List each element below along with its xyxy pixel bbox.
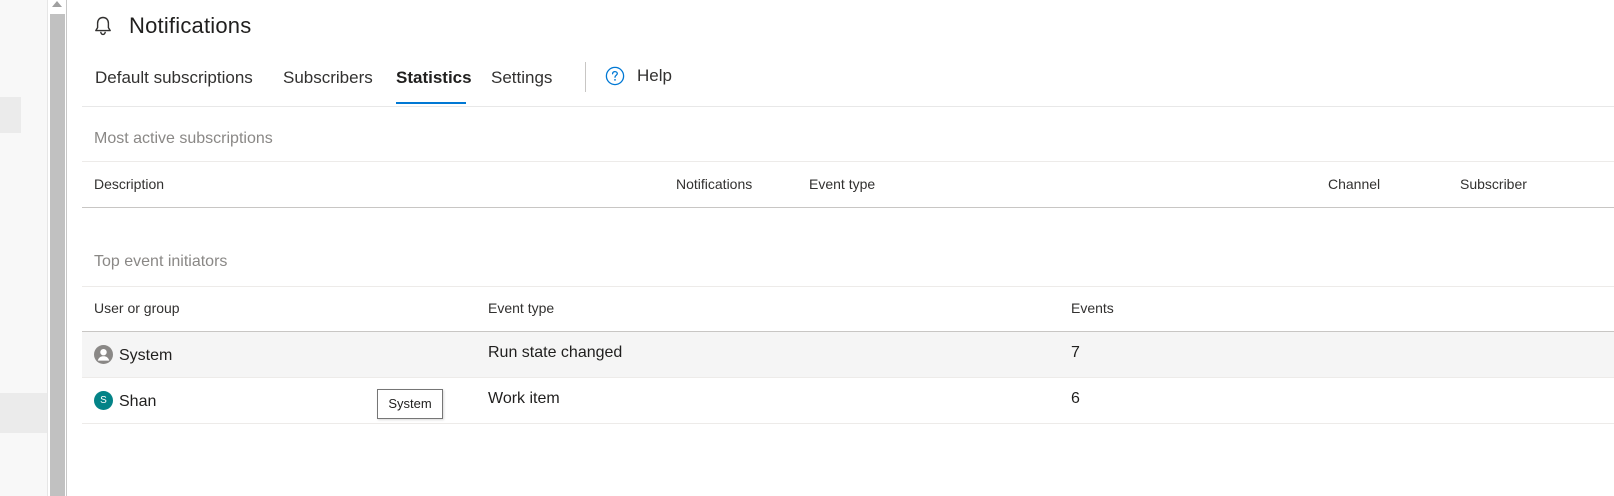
tab-subscribers[interactable]: Subscribers (283, 68, 373, 88)
question-circle-icon (605, 66, 625, 86)
vertical-scrollbar[interactable] (47, 0, 67, 496)
events-count-cell: 6 (1071, 390, 1080, 407)
section-divider (82, 286, 1614, 287)
column-header-event-type[interactable]: Event type (809, 176, 875, 192)
left-nav-item[interactable] (0, 393, 47, 433)
tab-settings[interactable]: Settings (491, 68, 552, 88)
top-event-initiators-title: Top event initiators (94, 253, 228, 270)
scrollbar-thumb[interactable] (50, 14, 65, 496)
event-type-cell: Run state changed (488, 344, 623, 361)
column-header-events[interactable]: Events (1071, 300, 1114, 316)
bell-icon (95, 16, 111, 36)
column-header-description[interactable]: Description (94, 176, 164, 192)
column-header-notifications[interactable]: Notifications (676, 176, 752, 192)
section-divider (82, 161, 1614, 162)
column-header-channel[interactable]: Channel (1328, 176, 1380, 192)
events-count-cell: 7 (1071, 344, 1080, 361)
table-row[interactable]: S Shan Work item 6 (82, 378, 1614, 423)
column-header-user-or-group[interactable]: User or group (94, 300, 180, 316)
row-divider (82, 423, 1614, 424)
active-tab-indicator (396, 102, 466, 104)
event-type-cell: Work item (488, 390, 560, 407)
avatar: S (94, 391, 113, 410)
user-name: Shan (119, 393, 157, 410)
column-header-subscriber[interactable]: Subscriber (1460, 176, 1527, 192)
table-header-divider (82, 207, 1614, 208)
most-active-subscriptions-title: Most active subscriptions (94, 130, 273, 147)
left-nav-panel (0, 0, 47, 496)
column-header-event-type[interactable]: Event type (488, 300, 554, 316)
user-name: System (119, 347, 173, 364)
person-icon (94, 345, 113, 364)
help-label: Help (637, 66, 672, 85)
help-link[interactable]: Help (605, 66, 672, 86)
header-divider (82, 106, 1614, 107)
table-row[interactable]: System Run state changed 7 (82, 332, 1614, 377)
tab-divider (585, 62, 586, 92)
main-content: Notifications Default subscriptions Subs… (82, 0, 1614, 496)
tab-default-subscriptions[interactable]: Default subscriptions (95, 68, 253, 88)
tab-bar: Default subscriptions Subscribers Statis… (82, 58, 1614, 106)
page-title: Notifications (129, 13, 252, 38)
page-header: Notifications (94, 10, 251, 42)
scroll-up-arrow-icon[interactable] (52, 1, 62, 7)
left-nav-item[interactable] (0, 97, 21, 133)
tab-statistics[interactable]: Statistics (396, 68, 472, 88)
tooltip: System (377, 389, 443, 419)
